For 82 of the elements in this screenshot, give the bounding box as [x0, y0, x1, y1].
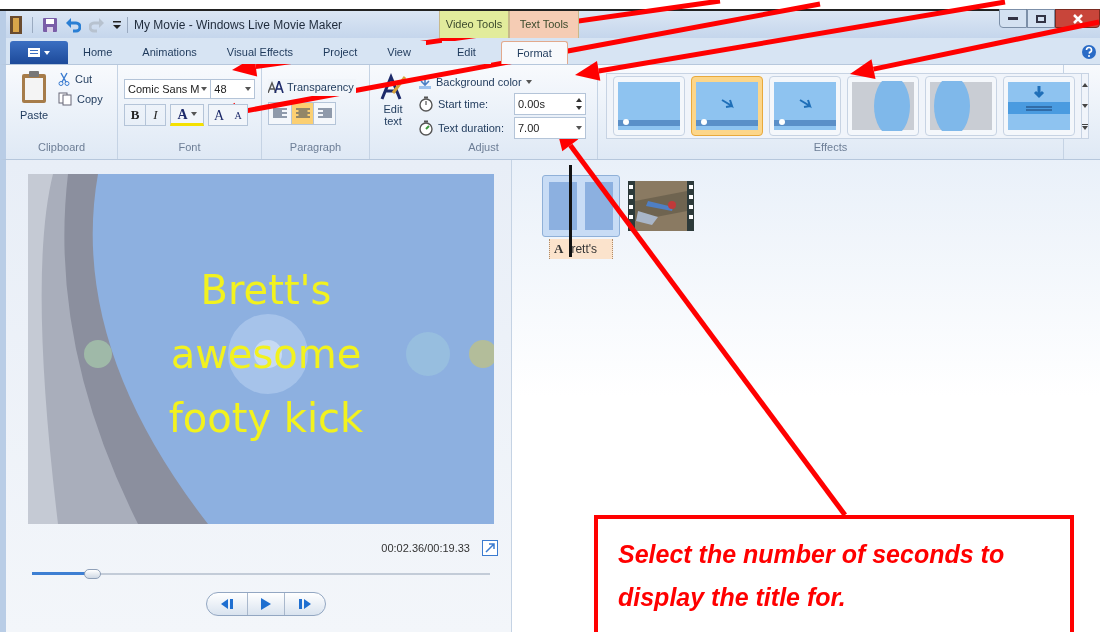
paste-button[interactable]: Paste: [18, 71, 50, 142]
font-color-button[interactable]: A: [170, 104, 204, 126]
ribbon-tab[interactable]: Edit: [441, 41, 491, 64]
caret-icon: [1082, 104, 1088, 108]
fullscreen-button[interactable]: [482, 540, 498, 557]
group-label: Paragraph: [288, 142, 343, 155]
seek-thumb[interactable]: [83, 568, 101, 579]
start-time-field[interactable]: 0.00s: [514, 93, 586, 115]
text-size-icon: [268, 81, 284, 94]
text-caption-icon: A: [554, 239, 564, 259]
stopwatch-icon: [418, 96, 434, 112]
start-time-label: Start time:: [438, 96, 490, 112]
edit-text-button[interactable]: Edit text: [378, 73, 408, 142]
align-center-icon: [295, 107, 310, 119]
caret-up-icon: [1082, 82, 1088, 87]
title-text-line: Brett's: [200, 266, 332, 315]
step-forward-icon: [299, 598, 311, 609]
expand-icon: [1082, 124, 1088, 131]
caret-icon: [576, 126, 582, 130]
copy-button[interactable]: Copy: [58, 90, 103, 107]
shrink-font-button[interactable]: A: [229, 105, 247, 125]
text-duration-label: Text duration:: [438, 120, 506, 136]
italic-button[interactable]: I: [145, 105, 165, 125]
font-size-dropdown[interactable]: 48: [211, 79, 255, 99]
window-title: My Movie - Windows Live Movie Maker: [134, 16, 344, 34]
play-button[interactable]: [247, 592, 285, 615]
font-family-dropdown[interactable]: Comic Sans M: [124, 79, 212, 99]
title-clip[interactable]: [542, 175, 620, 237]
document-icon: [28, 48, 40, 57]
help-icon[interactable]: [1082, 45, 1096, 59]
background-color-button[interactable]: Background color: [418, 73, 586, 91]
dropdown-icon[interactable]: [113, 20, 121, 29]
caret-icon: [245, 87, 251, 91]
effect-thumbnail[interactable]: [847, 76, 919, 136]
cut-button[interactable]: Cut: [58, 71, 103, 88]
grow-font-button[interactable]: A: [209, 105, 229, 125]
spinner-icon: [576, 98, 582, 110]
align-button[interactable]: [313, 102, 335, 124]
align-left-icon: [273, 107, 287, 119]
bold-button[interactable]: B: [125, 105, 145, 125]
caret-icon: [201, 87, 208, 91]
diagonal-arrow-icon: [485, 543, 495, 554]
time-readout: 00:02.36/00:19.33: [381, 541, 470, 556]
contextual-tab-header: Text Tools: [509, 11, 579, 38]
group-label: Font: [177, 142, 202, 155]
effect-thumbnail[interactable]: [769, 76, 841, 136]
title-text-line: footy kick: [168, 394, 364, 443]
clipboard-icon: [21, 71, 47, 103]
pen-letter-icon: [379, 73, 407, 101]
caret-icon: [44, 50, 50, 55]
maximize-button[interactable]: [1027, 9, 1055, 28]
copy-icon: [58, 91, 72, 106]
close-icon: [1072, 13, 1083, 24]
align-right-icon: [317, 107, 332, 119]
caret-icon: [190, 112, 197, 116]
minimize-button[interactable]: [999, 9, 1027, 28]
align-button[interactable]: [291, 102, 313, 124]
stopwatch-icon: [418, 120, 434, 136]
filmstrip-icon: [10, 15, 22, 34]
ribbon-tab[interactable]: Format: [500, 41, 568, 64]
effect-thumbnail[interactable]: [925, 76, 997, 136]
caption-text: rett's: [571, 241, 598, 258]
save-icon[interactable]: [43, 17, 57, 32]
play-icon: [261, 597, 271, 610]
scissors-icon: [58, 72, 70, 87]
group-label: Effects: [812, 142, 849, 155]
effect-thumbnail[interactable]: [691, 76, 763, 136]
title-text-line: awesome: [170, 330, 362, 379]
text-duration-dropdown[interactable]: 7.00: [514, 117, 586, 139]
callout-text: Select the number of seconds to display the title for.: [618, 539, 1006, 613]
group-label: Clipboard: [36, 142, 87, 155]
group-label: Adjust: [467, 142, 500, 155]
app-menu-button[interactable]: [10, 41, 68, 64]
caret-icon: [525, 80, 532, 84]
transparency-button[interactable]: Transparency: [268, 79, 356, 96]
effect-thumbnail[interactable]: [613, 76, 685, 136]
seek-slider[interactable]: [32, 567, 490, 580]
step-back-icon: [221, 598, 233, 609]
undo-icon[interactable]: [65, 16, 81, 33]
effect-thumbnail[interactable]: [1003, 76, 1075, 136]
contextual-tab-header: Video Tools: [439, 11, 509, 38]
caption-chip[interactable]: A rett's: [549, 239, 613, 259]
